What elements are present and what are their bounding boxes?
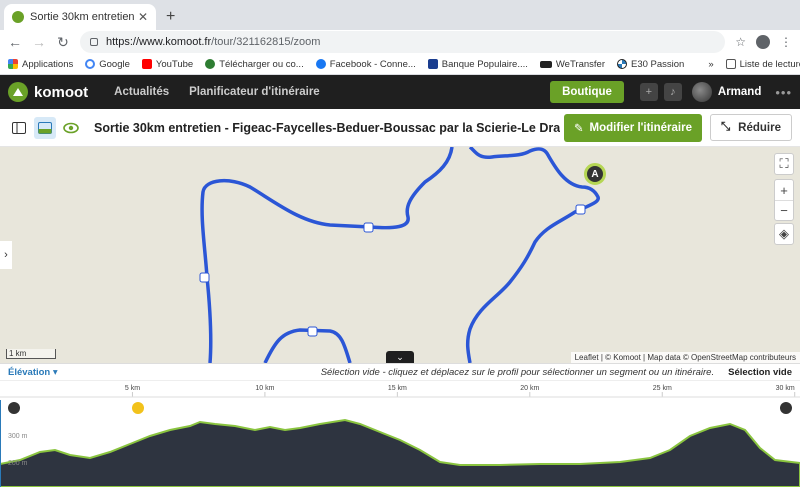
- profile-icon[interactable]: [756, 35, 770, 49]
- map-attribution[interactable]: Leaflet | © Komoot | Map data © OpenStre…: [570, 352, 800, 363]
- bookmark-facebook[interactable]: Facebook - Conne...: [315, 59, 416, 70]
- panel-view-button[interactable]: [34, 116, 56, 139]
- komoot-header: komoot Actualités Planificateur d'itinér…: [0, 75, 800, 109]
- browser-tab-strip: Sortie 30km entretien - Figeac ✕ +: [0, 0, 800, 30]
- elevation-panel[interactable]: Élévation ▾ Sélection vide - cliquez et …: [0, 363, 800, 487]
- bookmark-youtube[interactable]: YouTube: [141, 59, 193, 70]
- route-line: [199, 147, 600, 363]
- url-path: /tour/321162815/zoom: [211, 36, 321, 48]
- new-tab-icon[interactable]: +: [166, 8, 175, 26]
- km-tick-label: 10 km: [255, 385, 274, 392]
- fullscreen-icon[interactable]: ⛶: [775, 154, 793, 174]
- scale-bar: 1 km: [6, 349, 56, 359]
- facebook-icon: [315, 59, 326, 69]
- reduce-button[interactable]: ⤡ Réduire: [709, 114, 792, 141]
- browser-menu-icon[interactable]: ⋮: [780, 35, 792, 49]
- chevron-down-icon: ⌄: [396, 351, 404, 362]
- bookmark-applications[interactable]: Applications: [8, 59, 73, 70]
- youtube-icon: [141, 59, 152, 69]
- sidebar-toggle-button[interactable]: [8, 117, 30, 139]
- add-icon[interactable]: +: [639, 83, 658, 101]
- km-tick-label: 30 km: [776, 385, 795, 392]
- eye-icon: [63, 122, 79, 133]
- bookmark-wetransfer[interactable]: WeTransfer: [539, 59, 605, 70]
- selection-hint: Sélection vide - cliquez et déplacez sur…: [320, 366, 715, 378]
- elevation-dropdown[interactable]: Élévation ▾: [8, 367, 58, 378]
- expand-panel-button[interactable]: ›: [0, 241, 12, 269]
- tour-toolbar: Sortie 30km entretien - Figeac-Faycelles…: [0, 109, 800, 147]
- back-icon[interactable]: ←: [8, 34, 22, 50]
- km-tick-label: 25 km: [653, 385, 672, 392]
- layers-control[interactable]: ◈: [774, 223, 794, 245]
- panel-icon: [38, 121, 52, 134]
- komoot-logo[interactable]: komoot: [8, 82, 88, 102]
- bookmark-download[interactable]: Télécharger ou co...: [205, 59, 304, 70]
- user-name[interactable]: Armand: [718, 86, 761, 98]
- avatar[interactable]: [691, 82, 712, 102]
- collapse-arrows-icon: ⤡: [720, 121, 731, 133]
- selection-status: Sélection vide: [728, 366, 792, 378]
- forward-icon[interactable]: →: [32, 34, 46, 50]
- globe-icon: [205, 59, 216, 69]
- chevron-right-icon: ›: [4, 249, 8, 261]
- finish-flag-icon: [780, 402, 792, 414]
- wetransfer-icon: [539, 60, 552, 68]
- start-flag-icon: [8, 402, 20, 414]
- visibility-button[interactable]: [60, 117, 82, 139]
- km-tick-label: 5 km: [125, 385, 140, 392]
- sidebar-icon: [12, 121, 26, 134]
- komoot-logo-icon: [8, 82, 28, 102]
- tab-title: Sortie 30km entretien - Figeac: [30, 11, 134, 23]
- zoom-control[interactable]: + −: [774, 179, 794, 221]
- bmw-icon: [617, 59, 627, 69]
- pencil-icon: ✎: [573, 122, 584, 135]
- start-marker[interactable]: A: [584, 163, 606, 185]
- bookmarks-bar: Applications Google YouTube Télécharger …: [0, 54, 800, 75]
- collapse-map-button[interactable]: ⌄: [386, 351, 414, 363]
- url-host: https://www.komoot.fr: [106, 36, 212, 48]
- edit-route-button[interactable]: ✎ Modifier l'itinéraire: [563, 113, 702, 142]
- nav-route-planner[interactable]: Planificateur d'itinéraire: [189, 86, 320, 98]
- map[interactable]: A ⛶ + − ◈ › 1 km Leaflet | © Komoot | Ma…: [0, 147, 800, 363]
- bookmark-star-icon[interactable]: ☆: [735, 35, 746, 49]
- waypoint-icon[interactable]: [132, 402, 144, 414]
- bookmark-e30-passion[interactable]: E30 Passion: [617, 59, 684, 70]
- address-bar-row: ← → ↻ https://www.komoot.fr/tour/3211628…: [0, 30, 800, 54]
- more-bookmarks-icon[interactable]: »: [708, 59, 713, 70]
- km-tick-label: 20 km: [520, 385, 539, 392]
- more-menu-icon[interactable]: •••: [775, 85, 792, 100]
- elevation-profile[interactable]: 5 km 10 km 15 km 20 km 25 km 30 km 300 m 200 …: [0, 380, 800, 487]
- url-field[interactable]: https://www.komoot.fr/tour/321162815/zoo…: [80, 31, 726, 53]
- nav-news[interactable]: Actualités: [114, 86, 169, 98]
- bookmark-google[interactable]: Google: [85, 59, 130, 70]
- fullscreen-control[interactable]: ⛶: [774, 153, 794, 175]
- bank-icon: [427, 59, 438, 69]
- altitude-label-200: 200 m: [8, 460, 28, 467]
- komoot-favicon-icon: [12, 11, 24, 23]
- google-icon: [85, 59, 96, 69]
- layers-icon[interactable]: ◈: [775, 224, 793, 244]
- zoom-out-button[interactable]: −: [775, 200, 793, 220]
- browser-tab[interactable]: Sortie 30km entretien - Figeac ✕: [4, 4, 156, 30]
- reload-icon[interactable]: ↻: [56, 34, 70, 51]
- km-tick-label: 15 km: [388, 385, 407, 392]
- reading-list-icon: [725, 59, 736, 69]
- bookmark-banque-populaire[interactable]: Banque Populaire....: [427, 59, 528, 70]
- zoom-in-button[interactable]: +: [775, 180, 793, 200]
- altitude-label-300: 300 m: [8, 433, 28, 440]
- bell-icon[interactable]: ♪: [663, 83, 682, 101]
- close-tab-icon[interactable]: ✕: [138, 10, 148, 24]
- tour-title: Sortie 30km entretien - Figeac-Faycelles…: [94, 120, 560, 135]
- lock-icon: [90, 38, 98, 46]
- reading-list[interactable]: Liste de lecture: [725, 59, 800, 70]
- apps-grid-icon: [8, 59, 18, 69]
- shop-button[interactable]: Boutique: [550, 81, 624, 103]
